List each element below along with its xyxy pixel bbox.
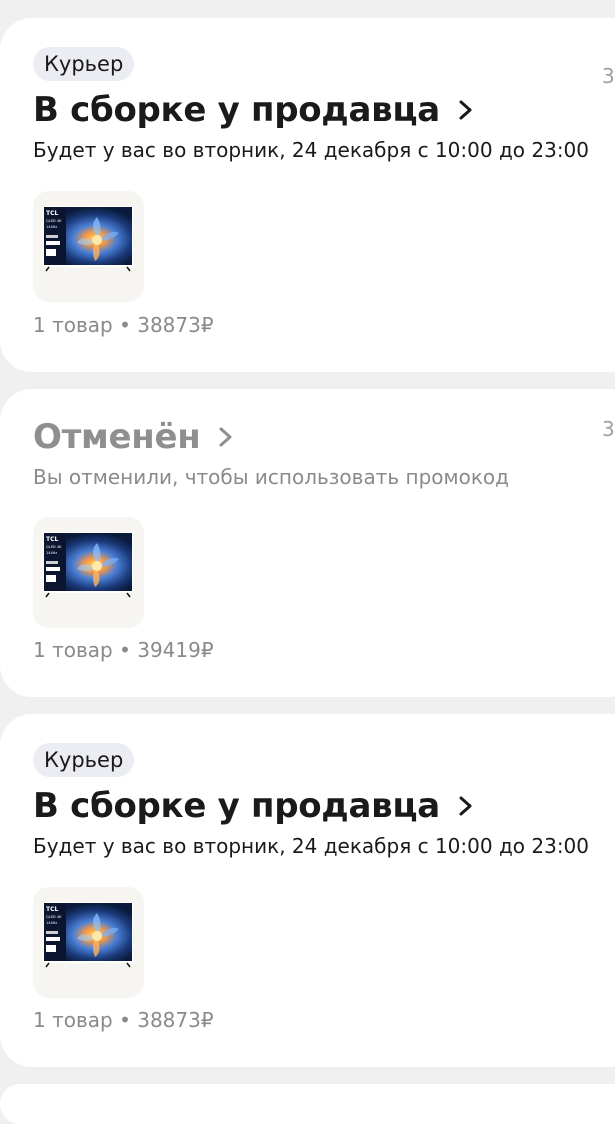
order-status-link[interactable]: В сборке у продавца xyxy=(33,90,476,130)
order-status: В сборке у продавца xyxy=(33,786,440,826)
tv-spec-2: 144Hz xyxy=(46,921,57,925)
tv-spec-1: QLED 4K xyxy=(46,545,62,549)
order-status: Отменён xyxy=(33,417,201,457)
tv-spec-2: 144Hz xyxy=(46,225,57,229)
order-status: В сборке у продавца xyxy=(33,90,440,130)
cancel-reason: Вы отменили, чтобы использовать промокод xyxy=(33,465,509,489)
tv-brand: TCL xyxy=(46,906,58,913)
delivery-type-badge: Курьер xyxy=(33,47,135,81)
chevron-right-icon xyxy=(459,100,472,120)
product-thumbnail[interactable]: TCL QLED 4K 144Hz xyxy=(33,517,144,628)
tv-spec-1: QLED 4K xyxy=(46,915,62,919)
tv-spec-1: QLED 4K xyxy=(46,219,62,223)
order-summary: 1 товар • 38873₽ xyxy=(33,1008,214,1032)
order-summary: 1 товар • 39419₽ xyxy=(33,638,214,662)
order-summary: 1 товар • 38873₽ xyxy=(33,313,214,337)
order-status-link[interactable]: В сборке у продавца xyxy=(33,786,476,826)
tv-brand: TCL xyxy=(46,210,58,217)
order-status-link[interactable]: Отменён xyxy=(33,417,236,457)
tv-brand: TCL xyxy=(46,536,58,543)
order-card[interactable]: 3 Отменён Вы отменили, чтобы использоват… xyxy=(0,389,615,697)
order-card[interactable]: Курьер В сборке у продавца Будет у вас в… xyxy=(0,714,615,1067)
tv-spec-2: 144Hz xyxy=(46,551,57,555)
delivery-details: Будет у вас во вторник, 24 декабря с 10:… xyxy=(33,834,590,858)
product-thumbnail[interactable]: TCL QLED 4K 144Hz xyxy=(33,887,144,998)
order-card[interactable]: Курьер 3 В сборке у продавца Будет у вас… xyxy=(0,18,615,372)
delivery-type-badge: Курьер xyxy=(33,743,135,777)
tv-product-image: TCL QLED 4K 144Hz xyxy=(33,517,144,628)
tv-product-image: TCL QLED 4K 144Hz xyxy=(33,191,144,302)
order-date-fragment: 3 xyxy=(602,417,615,441)
order-date-fragment: 3 xyxy=(602,64,615,88)
tv-product-image: TCL QLED 4K 144Hz xyxy=(33,887,144,998)
chevron-right-icon xyxy=(219,427,232,447)
order-card[interactable] xyxy=(0,1084,615,1124)
product-thumbnail[interactable]: TCL QLED 4K 144Hz xyxy=(33,191,144,302)
chevron-right-icon xyxy=(459,796,472,816)
delivery-details: Будет у вас во вторник, 24 декабря с 10:… xyxy=(33,138,590,162)
